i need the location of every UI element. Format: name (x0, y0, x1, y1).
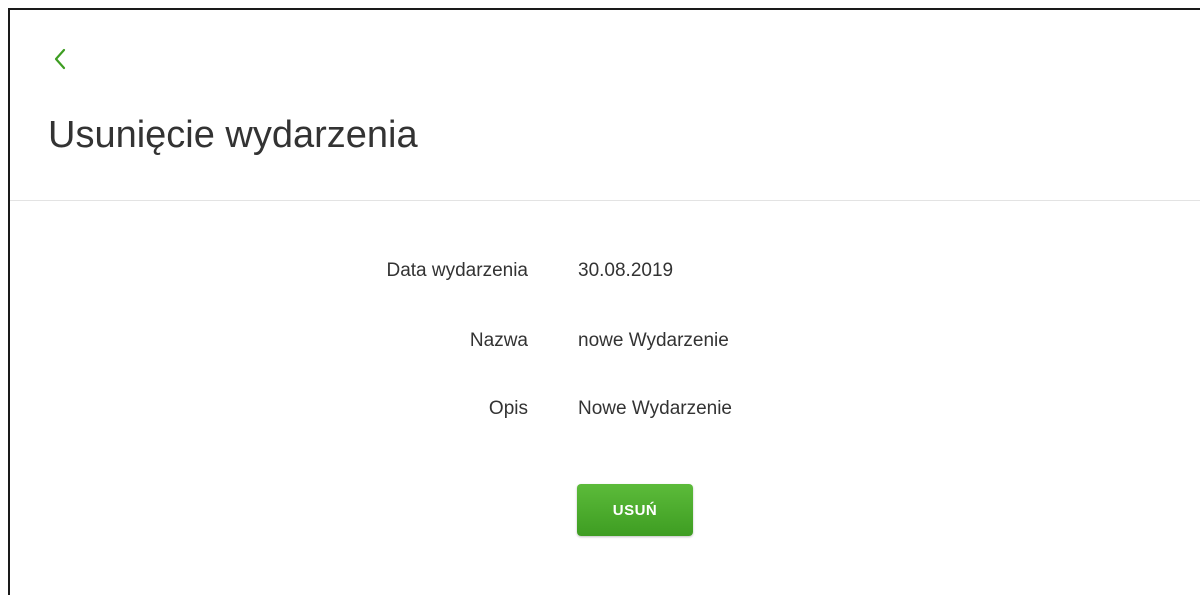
name-label: Nazwa (469, 330, 528, 351)
description-label: Opis (488, 398, 528, 419)
date-value: 30.08.2019 (578, 260, 674, 281)
name-value: nowe Wydarzenie (578, 330, 729, 351)
description-value: Nowe Wydarzenie (578, 398, 733, 419)
header-divider (10, 200, 1200, 201)
back-button[interactable] (50, 44, 72, 74)
detail-row-name: Nazwa nowe Wydarzenie (10, 326, 1200, 356)
detail-row-description: Opis Nowe Wydarzenie (10, 394, 1200, 424)
date-label: Data wydarzenia (386, 260, 528, 281)
event-delete-panel: Usunięcie wydarzenia Data wydarzenia 30.… (8, 8, 1200, 595)
detail-row-date: Data wydarzenia 30.08.2019 (10, 256, 1200, 286)
delete-button[interactable]: USUŃ (577, 484, 693, 536)
chevron-left-icon (54, 48, 66, 70)
page-title: Usunięcie wydarzenia (48, 114, 418, 156)
